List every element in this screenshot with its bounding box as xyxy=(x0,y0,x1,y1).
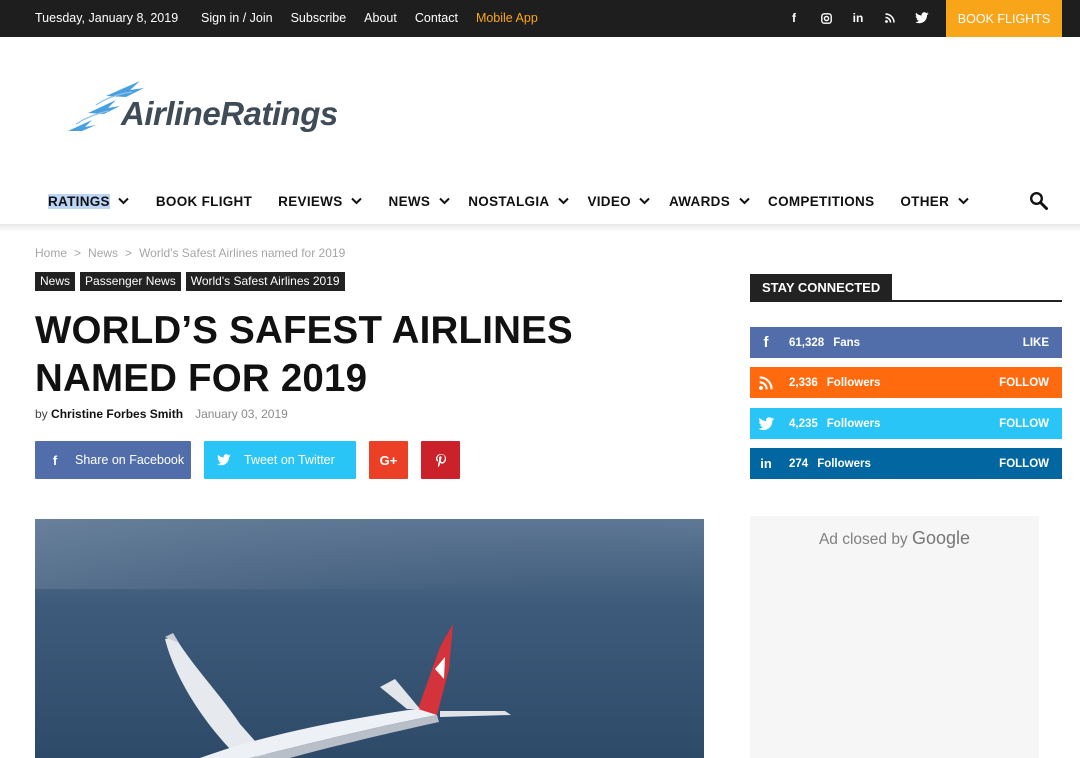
breadcrumb-separator: > xyxy=(125,246,133,260)
google-wordmark: Google xyxy=(912,528,971,548)
share-googleplus-button[interactable]: G+ xyxy=(369,441,408,479)
ad-closed-message: Ad closed by Google xyxy=(750,528,1039,549)
facebook-count-label: Fans xyxy=(833,336,861,349)
rss-follow-button[interactable]: FOLLOW xyxy=(999,377,1049,389)
chevron-down-icon xyxy=(118,195,130,207)
breadcrumb-news[interactable]: News xyxy=(88,246,118,260)
rss-icon xyxy=(750,375,782,390)
article-date: January 03, 2019 xyxy=(195,407,288,421)
nav-item-label: BOOK FLIGHT xyxy=(155,193,253,209)
current-date: Tuesday, January 8, 2019 xyxy=(35,11,179,25)
linkedin-follow-button[interactable]: FOLLOW xyxy=(999,458,1049,470)
nav-item-label: NOSTALGIA xyxy=(468,193,550,209)
pinterest-icon xyxy=(435,453,446,467)
share-twitter-label: Tweet on Twitter xyxy=(244,453,335,467)
nav-item-video[interactable]: VIDEO xyxy=(587,194,651,209)
mobile-app-link[interactable]: Mobile App xyxy=(476,11,538,25)
nav-item-news[interactable]: NEWS xyxy=(389,194,451,209)
twitter-icon xyxy=(750,416,782,431)
twitter-count: 4,235 xyxy=(789,417,818,430)
nav-divider xyxy=(0,224,1080,232)
nav-item-label: NEWS xyxy=(388,193,431,209)
chevron-down-icon xyxy=(639,195,651,207)
top-bar: Tuesday, January 8, 2019 Sign in / Join … xyxy=(0,0,1080,37)
nav-item-label: AWARDS xyxy=(668,193,731,209)
search-icon[interactable] xyxy=(1029,191,1049,211)
nav-item-awards[interactable]: AWARDS xyxy=(669,194,750,209)
nav-item-ratings[interactable]: RATINGS xyxy=(48,193,130,209)
facebook-like-button[interactable]: LIKE xyxy=(1023,337,1049,349)
twitter-icon xyxy=(204,454,244,466)
ad-closed-label: Ad closed by xyxy=(818,531,908,548)
rss-count-label: Followers xyxy=(826,376,881,389)
nav-item-book-flight[interactable]: BOOK FLIGHT xyxy=(156,194,252,209)
nav-item-label: REVIEWS xyxy=(278,193,343,209)
nav-item-other[interactable]: OTHER xyxy=(900,194,969,209)
rss-follow-row[interactable]: 2,336 Followers FOLLOW xyxy=(750,367,1062,398)
ad-slot: Ad closed by Google xyxy=(750,516,1039,758)
chevron-down-icon xyxy=(351,195,363,207)
share-facebook-label: Share on Facebook xyxy=(75,453,185,467)
linkedin-count: 274 xyxy=(789,457,809,470)
article-byline: by Christine Forbes Smith January 03, 20… xyxy=(35,407,288,421)
facebook-icon: f xyxy=(763,334,769,351)
twitter-follow-button[interactable]: FOLLOW xyxy=(999,418,1049,430)
nav-item-label: RATINGS xyxy=(48,193,110,209)
category-tags: News Passenger News World's Safest Airli… xyxy=(35,272,345,291)
nav-item-reviews[interactable]: REVIEWS xyxy=(278,194,362,209)
facebook-count: 61,328 xyxy=(789,336,825,349)
sign-in-link[interactable]: Sign in / Join xyxy=(201,11,273,25)
share-pinterest-button[interactable] xyxy=(421,441,460,479)
breadcrumb-current: World's Safest Airlines named for 2019 xyxy=(139,246,346,260)
breadcrumb-separator: > xyxy=(74,246,82,260)
stay-connected-header: STAY CONNECTED xyxy=(750,274,1062,302)
chevron-down-icon xyxy=(557,195,569,207)
breadcrumb-home[interactable]: Home xyxy=(35,246,67,260)
subscribe-link[interactable]: Subscribe xyxy=(291,11,347,25)
article-hero-image xyxy=(35,519,704,758)
tag-news[interactable]: News xyxy=(35,272,76,291)
stay-connected-title: STAY CONNECTED xyxy=(750,274,893,300)
top-social-icons: f in xyxy=(785,8,931,28)
top-links: Sign in / Join Subscribe About Contact M… xyxy=(201,11,538,25)
nav-item-label: VIDEO xyxy=(587,193,631,209)
tag-worlds-safest-airlines[interactable]: World's Safest Airlines 2019 xyxy=(185,272,345,291)
linkedin-count-label: Followers xyxy=(817,457,871,470)
article-title: WORLD’S SAFEST AIRLINES NAMED FOR 2019 xyxy=(35,309,573,400)
main-nav: RATINGS BOOK FLIGHT REVIEWS NEWS NOSTALG… xyxy=(48,190,995,212)
facebook-icon: f xyxy=(52,452,58,468)
rss-count: 2,336 xyxy=(789,376,818,389)
byline-by: by xyxy=(35,407,48,421)
article-author[interactable]: Christine Forbes Smith xyxy=(51,407,183,421)
chevron-down-icon xyxy=(957,195,969,207)
twitter-icon[interactable] xyxy=(913,8,931,28)
linkedin-icon[interactable]: in xyxy=(849,8,867,28)
twitter-count-label: Followers xyxy=(826,417,881,430)
breadcrumb: Home > News > World's Safest Airlines na… xyxy=(35,246,345,260)
contact-link[interactable]: Contact xyxy=(415,11,458,25)
rss-icon[interactable] xyxy=(881,8,899,28)
facebook-follow-row[interactable]: f 61,328 Fans LIKE xyxy=(750,327,1062,358)
nav-item-nostalgia[interactable]: NOSTALGIA xyxy=(468,194,569,209)
instagram-icon[interactable] xyxy=(817,8,835,28)
share-facebook-button[interactable]: f Share on Facebook xyxy=(35,441,191,479)
tag-passenger-news[interactable]: Passenger News xyxy=(80,272,181,291)
twitter-follow-row[interactable]: 4,235 Followers FOLLOW xyxy=(750,408,1062,439)
book-flights-button[interactable]: BOOK FLIGHTS xyxy=(946,0,1062,37)
nav-item-label: OTHER xyxy=(900,193,950,209)
linkedin-icon: in xyxy=(760,456,772,471)
facebook-icon[interactable]: f xyxy=(785,8,803,28)
nav-item-label: COMPETITIONS xyxy=(768,193,875,209)
about-link[interactable]: About xyxy=(364,11,397,25)
share-twitter-button[interactable]: Tweet on Twitter xyxy=(204,441,356,479)
share-buttons: f Share on Facebook Tweet on Twitter G+ xyxy=(35,441,460,479)
google-plus-icon: G+ xyxy=(379,452,398,468)
nav-item-competitions[interactable]: COMPETITIONS xyxy=(768,194,874,209)
chevron-down-icon xyxy=(738,195,750,207)
linkedin-follow-row[interactable]: in 274 Followers FOLLOW xyxy=(750,448,1062,479)
site-logo[interactable]: AirlineRatings xyxy=(66,78,338,138)
chevron-down-icon xyxy=(438,195,450,207)
logo-wordmark: AirlineRatings xyxy=(121,95,338,132)
